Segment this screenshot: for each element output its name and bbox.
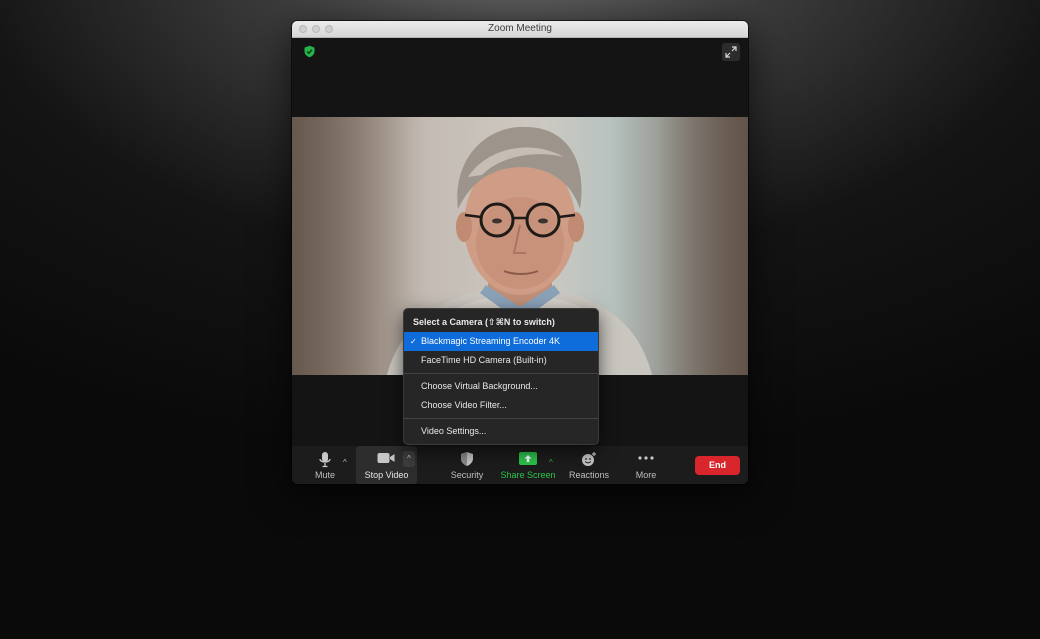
security-button[interactable]: Security	[448, 446, 486, 484]
camera-option-facetime[interactable]: FaceTime HD Camera (Built-in)	[404, 351, 598, 370]
mute-label: Mute	[314, 470, 335, 480]
share-options-caret[interactable]: ^	[549, 458, 553, 467]
microphone-icon	[319, 452, 331, 468]
reactions-label: Reactions	[568, 470, 610, 480]
meeting-toolbar: Mute ^ Stop Video ^ Security Share Scree…	[292, 446, 748, 484]
title-bar: Zoom Meeting	[292, 21, 748, 38]
expand-icon	[725, 46, 737, 58]
fullscreen-button[interactable]	[722, 43, 740, 61]
checkmark-icon: ✓	[410, 337, 417, 346]
camera-option-blackmagic[interactable]: ✓ Blackmagic Streaming Encoder 4K	[404, 332, 598, 351]
security-label: Security	[450, 470, 484, 480]
end-meeting-button[interactable]: End	[695, 456, 740, 475]
stop-video-label: Stop Video	[364, 470, 409, 480]
camera-menu-header: Select a Camera (⇧⌘N to switch)	[413, 317, 555, 327]
video-camera-icon	[377, 453, 395, 463]
share-screen-icon	[519, 452, 537, 465]
mute-button[interactable]: Mute	[308, 446, 342, 484]
video-settings-item[interactable]: Video Settings...	[404, 422, 598, 441]
video-options-caret[interactable]: ^	[403, 451, 415, 467]
audio-options-caret[interactable]: ^	[343, 458, 347, 467]
shield-icon	[461, 452, 473, 466]
camera-select-menu: Select a Camera (⇧⌘N to switch) ✓ Blackm…	[403, 308, 599, 445]
ellipsis-icon	[638, 456, 654, 460]
window-title: Zoom Meeting	[488, 23, 552, 34]
reactions-button[interactable]: Reactions	[567, 446, 611, 484]
shield-check-icon[interactable]	[303, 45, 316, 58]
more-label: More	[635, 470, 657, 480]
choose-video-filter-item[interactable]: Choose Video Filter...	[404, 396, 598, 415]
menu-divider	[404, 373, 598, 374]
more-button[interactable]: More	[629, 446, 663, 484]
choose-virtual-background-item[interactable]: Choose Virtual Background...	[404, 377, 598, 396]
menu-divider	[404, 418, 598, 419]
share-screen-label: Share Screen	[500, 470, 556, 480]
smiley-plus-icon	[582, 452, 596, 466]
